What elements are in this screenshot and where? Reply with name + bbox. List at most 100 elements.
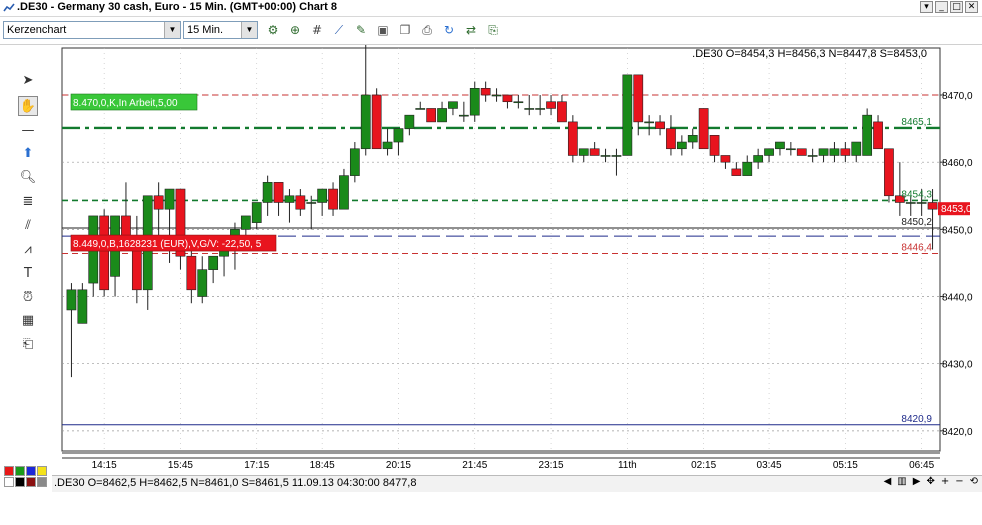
color-swatch-black[interactable] bbox=[15, 477, 25, 487]
chart-type-value: Kerzenchart bbox=[7, 24, 67, 36]
chevron-down-icon[interactable]: ▼ bbox=[241, 22, 257, 38]
object-list-icon[interactable]: ⎗ bbox=[18, 335, 38, 355]
alarm-icon[interactable]: ⏰︎ bbox=[18, 288, 38, 308]
candle-body bbox=[687, 135, 698, 143]
print-icon[interactable]: ⎙ bbox=[418, 21, 436, 39]
x-tick-label: 23:15 bbox=[539, 460, 564, 471]
candle-body bbox=[393, 128, 404, 143]
calculator-icon[interactable]: ▦ bbox=[18, 311, 38, 331]
chart-toolbar: Kerzenchart ▼ 15 Min. ▼ ⚙ ⊕ # ⟋ ✎ ▣ ❐ ⎙ … bbox=[0, 17, 982, 45]
color-swatch-blue[interactable] bbox=[26, 466, 36, 476]
scroll-track-icon[interactable]: ▥ bbox=[897, 476, 906, 487]
maximize-button[interactable]: □ bbox=[950, 1, 963, 13]
stop-line-label: 8446,4 bbox=[901, 243, 932, 254]
position-label: 8.449,0,B,1628231 (EUR),V,G/V: -22,50, 5 bbox=[73, 239, 262, 250]
candle-body bbox=[328, 188, 338, 210]
move-icon[interactable]: ✥ bbox=[926, 476, 934, 487]
candle-body bbox=[535, 108, 546, 110]
edit-icon[interactable]: ✎ bbox=[352, 21, 370, 39]
candle-body bbox=[916, 202, 927, 204]
close-button[interactable]: ✕ bbox=[965, 1, 978, 13]
candle-body bbox=[851, 141, 862, 156]
copy-icon[interactable]: ❐ bbox=[396, 21, 414, 39]
ohlc-info: .DE30 O=8454,3 H=8456,3 N=8447,8 S=8453,… bbox=[692, 48, 927, 60]
color-swatch-darkred[interactable] bbox=[26, 477, 36, 487]
channel-icon[interactable]: ⩘ bbox=[18, 240, 38, 260]
candle-body bbox=[186, 255, 197, 291]
resistance-line-label: 8465,1 bbox=[901, 117, 932, 128]
candle-body bbox=[785, 148, 796, 151]
candle-body bbox=[829, 148, 840, 156]
chart-settings-icon[interactable]: ▣ bbox=[374, 21, 392, 39]
menu-dropdown-button[interactable]: ▾ bbox=[920, 1, 933, 13]
candle-body bbox=[698, 108, 709, 150]
color-swatch-red[interactable] bbox=[4, 466, 14, 476]
candle-body bbox=[644, 121, 655, 124]
candle-body bbox=[371, 94, 382, 150]
status-bar: .DE30 O=8462,5 H=8462,5 N=8461,0 S=8461,… bbox=[52, 475, 982, 492]
scroll-right-icon[interactable]: ▶ bbox=[913, 476, 921, 487]
horizontal-line-icon[interactable]: — bbox=[18, 121, 38, 141]
y-tick-label: 8470,0 bbox=[942, 91, 973, 102]
refresh-icon[interactable]: ↻ bbox=[440, 21, 458, 39]
zoom-out-icon[interactable]: − bbox=[955, 476, 963, 487]
text-icon[interactable]: T bbox=[18, 264, 38, 284]
fibonacci-icon[interactable]: ≣ bbox=[18, 192, 38, 212]
candle-body bbox=[676, 141, 687, 150]
hand-icon[interactable]: ✋ bbox=[18, 96, 38, 116]
x-tick-label: 05:15 bbox=[833, 460, 858, 471]
current-price-label: 8453,0 bbox=[941, 204, 972, 215]
arrow-up-icon[interactable]: ⬆ bbox=[18, 144, 38, 164]
color-swatch-white[interactable] bbox=[4, 477, 14, 487]
chevron-down-icon[interactable]: ▼ bbox=[164, 22, 180, 38]
color-palette bbox=[4, 466, 47, 487]
timeframe-select[interactable]: 15 Min. ▼ bbox=[183, 21, 258, 39]
candle-body bbox=[524, 108, 535, 110]
chart-type-select[interactable]: Kerzenchart ▼ bbox=[3, 21, 181, 39]
timeframe-value: 15 Min. bbox=[187, 24, 224, 36]
y-tick-label: 8450,0 bbox=[942, 225, 973, 236]
fan-icon[interactable]: ⫽ bbox=[18, 216, 38, 236]
reset-zoom-icon[interactable]: ⟲ bbox=[970, 476, 978, 487]
candle-body bbox=[905, 202, 916, 204]
candle-body bbox=[273, 182, 284, 203]
candle-body bbox=[720, 155, 731, 163]
candle-body bbox=[164, 188, 175, 210]
x-tick-label: 11th bbox=[618, 460, 637, 471]
candle-body bbox=[818, 148, 829, 156]
color-swatch-yellow[interactable] bbox=[37, 466, 47, 476]
x-tick-label: 06:45 bbox=[909, 460, 934, 471]
candlestick-chart[interactable]: 8470,0 8460,0 8450,0 8440,0 8430,0 8420,0 14:… bbox=[52, 41, 982, 475]
zoom-icon[interactable]: 🔍︎ bbox=[18, 168, 38, 188]
support-line-label: 8454,3 bbox=[901, 189, 932, 200]
zoom-in-icon[interactable]: + bbox=[941, 476, 949, 487]
chart-area[interactable]: 8470,0 8460,0 8450,0 8440,0 8430,0 8420,0 14:… bbox=[52, 41, 982, 475]
template-icon[interactable]: ⎘ bbox=[484, 21, 502, 39]
candle-body bbox=[633, 74, 644, 123]
candle-body bbox=[742, 161, 753, 176]
candle-body bbox=[666, 128, 676, 150]
x-tick-label: 21:45 bbox=[462, 460, 487, 471]
scroll-left-icon[interactable]: ◀ bbox=[884, 476, 892, 487]
grid-icon[interactable]: # bbox=[308, 21, 326, 39]
pointer-icon[interactable]: ➤ bbox=[18, 71, 38, 91]
candle-body bbox=[862, 114, 873, 156]
trendline-icon[interactable]: ⟋ bbox=[330, 21, 348, 39]
indicator-icon[interactable]: ⚙ bbox=[264, 21, 282, 39]
x-tick-label: 20:15 bbox=[386, 460, 411, 471]
color-swatch-gray[interactable] bbox=[37, 477, 47, 487]
candle-body bbox=[415, 108, 426, 110]
add-indicator-icon[interactable]: ⊕ bbox=[286, 21, 304, 39]
candle-body bbox=[360, 94, 371, 150]
candle-body bbox=[382, 141, 393, 150]
y-tick-label: 8440,0 bbox=[942, 293, 973, 304]
candle-body bbox=[284, 195, 295, 203]
candle-body bbox=[349, 148, 360, 176]
candle-body bbox=[306, 202, 317, 204]
toolbar-icons: ⚙ ⊕ # ⟋ ✎ ▣ ❐ ⎙ ↻ ⇄ ⎘ bbox=[264, 21, 502, 39]
candle-body bbox=[262, 182, 273, 203]
link-icon[interactable]: ⇄ bbox=[462, 21, 480, 39]
minimize-button[interactable]: _ bbox=[935, 1, 948, 13]
x-tick-label: 18:45 bbox=[310, 460, 335, 471]
color-swatch-green[interactable] bbox=[15, 466, 25, 476]
